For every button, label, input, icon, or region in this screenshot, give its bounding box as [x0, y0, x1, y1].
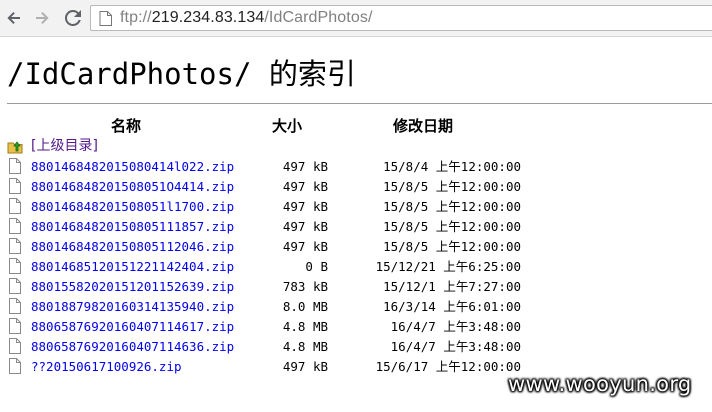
- forward-arrow-icon: [34, 10, 50, 26]
- file-row: 88018879820160314135940.zip 8.0 MB 16/3/14…: [0, 297, 712, 317]
- file-row: 8801468482015080414l022.zip 497 kB 15/8/4 …: [0, 157, 712, 177]
- file-row: 88015582020151201152639.zip 783 kB 15/12/1…: [0, 277, 712, 297]
- file-icon: [9, 358, 21, 379]
- page-title: /IdCardPhotos/ 的索引: [7, 57, 356, 91]
- file-row: 88014684820150805112046.zip 497 kB 15/8/5 …: [0, 237, 712, 257]
- reload-button[interactable]: [61, 6, 85, 30]
- file-link[interactable]: 88018879820160314135940.zip: [31, 298, 234, 316]
- file-link[interactable]: 88014684820150805111857.zip: [31, 218, 234, 236]
- url-host: 219.234.83.134: [151, 9, 265, 26]
- file-link[interactable]: 88014685120151221142404.zip: [31, 258, 234, 276]
- back-arrow-icon: [6, 10, 22, 26]
- file-date: 15/8/5 上午12:00:00: [383, 179, 521, 194]
- url-text[interactable]: ftp://219.234.83.134/IdCardPhotos/: [120, 9, 373, 27]
- watermark: www.wooyun.org: [508, 372, 692, 396]
- page-icon: [99, 11, 112, 31]
- file-size: 783 kB: [282, 279, 328, 294]
- file-row: 88014684820150805111857.zip 497 kB 15/8/5 …: [0, 217, 712, 237]
- forward-button[interactable]: [30, 6, 54, 30]
- file-size: 497 kB: [282, 239, 328, 254]
- file-date: 15/6/17 上午12:00:00: [375, 359, 521, 374]
- file-date: 15/12/1 上午7:27:00: [383, 279, 521, 294]
- column-header-date[interactable]: 修改日期: [393, 116, 453, 136]
- file-link[interactable]: 88014684820150805112046.zip: [31, 238, 234, 256]
- file-date: 16/4/7 上午3:48:00: [390, 319, 521, 334]
- file-date: 15/8/5 上午12:00:00: [383, 239, 521, 254]
- file-size: 497 kB: [282, 159, 328, 174]
- file-row: 880146848201508051O4414.zip 497 kB 15/8/5 …: [0, 177, 712, 197]
- file-icon: [9, 158, 21, 179]
- file-link[interactable]: 88065876920160407114636.zip: [31, 338, 234, 356]
- file-icon: [9, 298, 21, 319]
- file-link[interactable]: 8801468482015080414l022.zip: [31, 158, 234, 176]
- file-size: 0 B: [305, 259, 328, 274]
- file-row: 88065876920160407114636.zip 4.8 MB 16/4/7 …: [0, 337, 712, 357]
- address-bar[interactable]: ftp://219.234.83.134/IdCardPhotos/: [90, 5, 712, 31]
- file-link[interactable]: ??20150617100926.zip: [31, 358, 182, 376]
- title-divider: [7, 103, 712, 104]
- file-icon: [9, 178, 21, 199]
- file-date: 16/4/7 上午3:48:00: [390, 339, 521, 354]
- file-icon: [9, 198, 21, 219]
- file-date: 15/8/5 上午12:00:00: [383, 199, 521, 214]
- file-icon: [9, 218, 21, 239]
- file-size: 497 kB: [282, 219, 328, 234]
- file-row: 88065876920160407114617.zip 4.8 MB 16/4/7 …: [0, 317, 712, 337]
- url-path: /IdCardPhotos/: [264, 9, 373, 26]
- file-date: 15/12/21 上午6:25:00: [375, 259, 521, 274]
- file-icon: [9, 338, 21, 359]
- parent-directory-link[interactable]: [上级目录]: [31, 137, 98, 155]
- file-row: 880146848201508051l1700.zip 497 kB 15/8/5 …: [0, 197, 712, 217]
- column-header-name[interactable]: 名称: [111, 116, 141, 136]
- file-size: 8.0 MB: [282, 299, 328, 314]
- file-date: 16/3/14 上午6:01:00: [383, 299, 521, 314]
- browser-toolbar: ftp://219.234.83.134/IdCardPhotos/: [0, 0, 712, 37]
- file-size: 497 kB: [282, 199, 328, 214]
- file-list: 8801468482015080414l022.zip 497 kB 15/8/4 …: [0, 157, 712, 377]
- folder-up-icon: [7, 138, 23, 159]
- file-icon: [9, 318, 21, 339]
- file-icon: [9, 258, 21, 279]
- file-date: 15/8/5 上午12:00:00: [383, 219, 521, 234]
- file-link[interactable]: 880146848201508051l1700.zip: [31, 198, 234, 216]
- file-date: 15/8/4 上午12:00:00: [383, 159, 521, 174]
- file-icon: [9, 278, 21, 299]
- file-link[interactable]: 88015582020151201152639.zip: [31, 278, 234, 296]
- column-header-size[interactable]: 大小: [272, 116, 302, 136]
- file-size: 497 kB: [282, 179, 328, 194]
- file-size: 497 kB: [282, 359, 328, 374]
- file-size: 4.8 MB: [282, 339, 328, 354]
- file-link[interactable]: 880146848201508051O4414.zip: [31, 178, 234, 196]
- file-link[interactable]: 88065876920160407114617.zip: [31, 318, 234, 336]
- file-icon: [9, 238, 21, 259]
- file-row: 88014685120151221142404.zip 0 B 15/12/21 上…: [0, 257, 712, 277]
- back-button[interactable]: [2, 6, 26, 30]
- url-scheme: ftp://: [120, 9, 152, 26]
- file-size: 4.8 MB: [282, 319, 328, 334]
- reload-icon: [65, 10, 81, 26]
